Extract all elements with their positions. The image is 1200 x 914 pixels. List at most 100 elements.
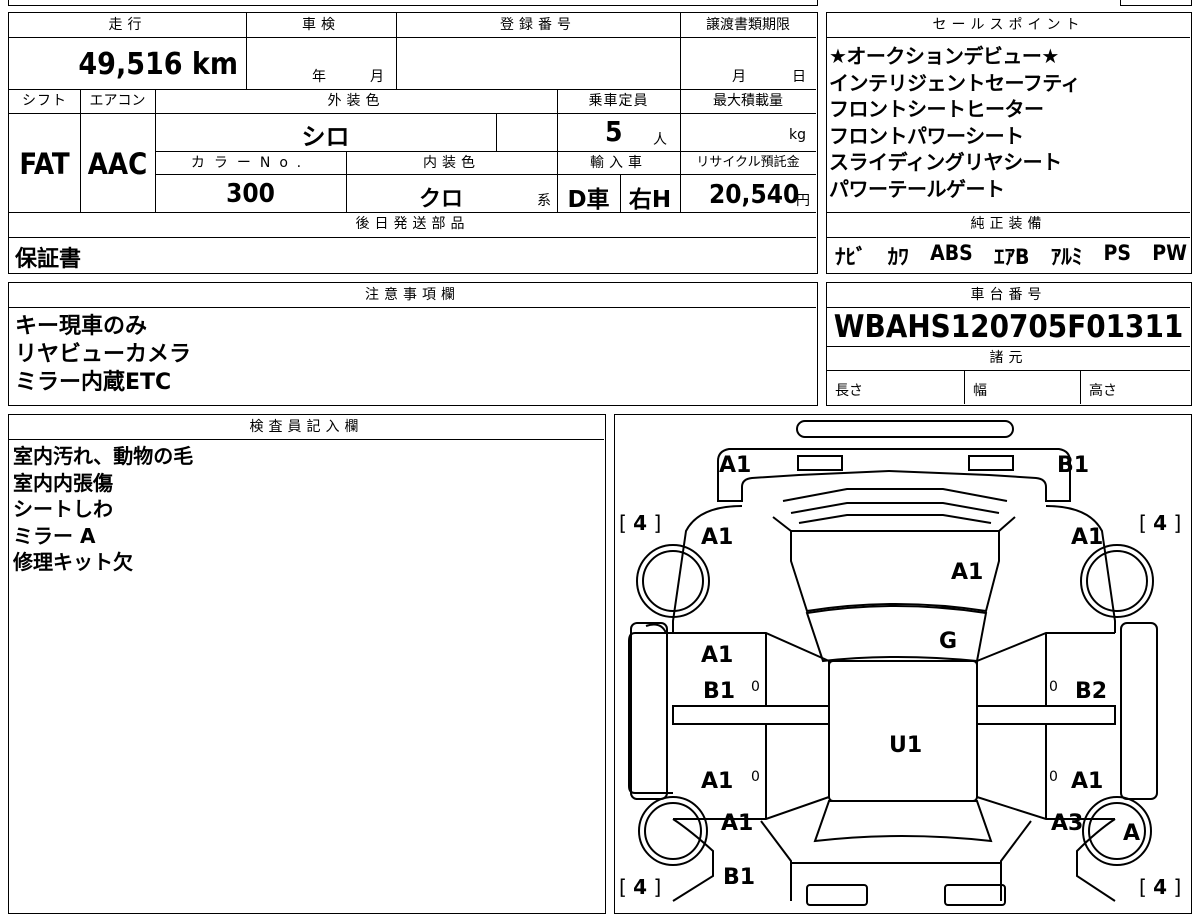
notes-list: キー現車のみ リヤビューカメラ ミラー内蔵ETC [15, 313, 191, 397]
vehicle-info-grid: 走行 車検 登録番号 譲渡書類期限 49,516 km 年 月 月 日 シフト … [8, 12, 818, 274]
transfer-day: 日 [792, 69, 806, 85]
tire-depth-br-value: 4 [1153, 875, 1168, 899]
later-parts-value: 保証書 [15, 247, 82, 272]
transfer-deadline-label: 譲渡書類期限 [706, 17, 790, 33]
sales-point: パワーテールゲート [829, 176, 1005, 201]
equipment-item: PS [1103, 241, 1131, 265]
inspector-line: 室内内張傷 [13, 470, 113, 495]
mark-windshield: G [939, 629, 958, 654]
note-line: リヤビューカメラ [15, 342, 192, 367]
top-strip-right [1120, 0, 1192, 6]
handle-mark: 0 [751, 769, 760, 785]
handle-side: 右H [628, 187, 672, 213]
shaken-year: 年 [312, 69, 326, 85]
tire-depth-tl: [ 4 ] [619, 511, 662, 535]
inspector-line: ミラー A [13, 523, 96, 548]
sales-point: フロントパワーシート [829, 123, 1024, 148]
mileage-label: 走行 [108, 17, 147, 33]
equipment-item: ｱﾙﾐ [1050, 245, 1083, 269]
note-line: ミラー内蔵ETC [15, 370, 172, 395]
capacity-value: 5 [605, 115, 623, 148]
specs-label: 諸元 [989, 350, 1028, 366]
inspector-list: 室内汚れ、動物の毛 室内内張傷 シートしわ ミラー A 修理キット欠 [13, 443, 193, 576]
mark-front-right: B1 [1057, 453, 1090, 478]
tire-depth-tr-value: 4 [1153, 511, 1168, 535]
notes-box: 注意事項欄 キー現車のみ リヤビューカメラ ミラー内蔵ETC [8, 282, 818, 406]
sales-points-box: セールスポイント ★オークションデビュー★ インテリジェントセーフティ フロント… [826, 12, 1192, 274]
tire-depth-bl-value: 4 [633, 875, 648, 899]
equipment-item: ABS [930, 241, 973, 265]
note-line: キー現車のみ [15, 314, 148, 339]
ext-color-label: 外装色 [327, 93, 385, 109]
ext-color-value: シロ [301, 123, 350, 151]
top-strip [8, 0, 818, 6]
mark-front-door-right: B2 [1075, 679, 1108, 704]
handle-mark: 0 [751, 679, 760, 695]
mark-quarter-right: A3 [1051, 811, 1084, 836]
car-diagram-box: A1 B1 A1 A1 A1 G A1 B1 B2 U1 A1 A1 A1 A3… [614, 414, 1192, 914]
inspector-line: 室内汚れ、動物の毛 [13, 444, 194, 468]
inspector-line: 修理キット欠 [13, 550, 133, 574]
sales-point: フロントシートヒーター [829, 97, 1044, 121]
equipment-item: PW [1152, 241, 1187, 265]
ac-label: エアコン [89, 93, 146, 109]
equipment-label: 純正装備 [970, 216, 1047, 232]
registration-label: 登録番号 [500, 17, 576, 33]
sales-point: インテリジェントセーフティ [829, 70, 1081, 95]
inspector-line: シートしわ [13, 497, 113, 521]
height-label: 高さ [1089, 383, 1117, 399]
shaken-month: 月 [370, 69, 384, 85]
int-color-unit: 系 [537, 193, 551, 209]
mark-tire-rear-right: A [1123, 821, 1141, 846]
max-load-label: 最大積載量 [713, 93, 783, 109]
chassis-label: 車台番号 [970, 287, 1047, 303]
mark-front-left: A1 [719, 453, 752, 478]
sales-points-label: セールスポイント [932, 17, 1085, 33]
recycle-unit: 円 [796, 193, 810, 209]
mark-rear-left: B1 [723, 865, 756, 890]
equipment-item: ﾅﾋﾞ [835, 245, 867, 269]
capacity-label: 乗車定員 [588, 93, 649, 109]
later-parts-label: 後日発送部品 [355, 216, 470, 232]
int-color-label: 内装色 [423, 155, 480, 171]
mark-front-door-left-1: A1 [701, 643, 734, 668]
recycle-label: リサイクル預託金 [696, 155, 800, 170]
tire-depth-bl: [ 4 ] [619, 875, 662, 899]
tire-depth-tl-value: 4 [633, 511, 648, 535]
import-label: 輸入車 [590, 155, 647, 171]
chassis-number: WBAHS120705F01311 [833, 309, 1184, 345]
notes-label: 注意事項欄 [365, 287, 460, 303]
mark-fender-right: A1 [1071, 525, 1104, 550]
handle-mark: 0 [1049, 769, 1058, 785]
handle-mark: 0 [1049, 679, 1058, 695]
mark-roof: U1 [889, 733, 923, 758]
mark-quarter-left: A1 [721, 811, 754, 836]
sales-point: スライディングリヤシート [829, 150, 1062, 174]
color-no-value: 300 [226, 179, 275, 209]
mark-hood: A1 [951, 560, 984, 585]
mark-fender-left: A1 [701, 525, 734, 550]
mark-front-door-left-2: B1 [703, 679, 736, 704]
equipment-item: ｴｱB [994, 245, 1030, 269]
load-unit: kg [789, 127, 806, 143]
sales-point: ★オークションデビュー★ [829, 44, 1059, 68]
width-label: 幅 [973, 383, 987, 399]
capacity-unit: 人 [653, 132, 667, 148]
transfer-month: 月 [732, 69, 746, 85]
recycle-fee: 20,540 [709, 180, 800, 210]
shift-label: シフト [22, 93, 67, 109]
import-dealer: D車 [567, 187, 610, 213]
inspector-box: 検査員記入欄 室内汚れ、動物の毛 室内内張傷 シートしわ ミラー A 修理キット… [8, 414, 606, 914]
length-label: 長さ [835, 383, 863, 399]
mark-rear-door-right: A1 [1071, 769, 1104, 794]
mark-rear-door-left: A1 [701, 769, 734, 794]
ac-value: AAC [87, 147, 148, 181]
inspector-label: 検査員記入欄 [249, 419, 364, 435]
color-no-label: カラーNo. [190, 155, 311, 171]
tire-depth-br: [ 4 ] [1139, 875, 1182, 899]
chassis-box: 車台番号 WBAHS120705F01311 諸元 長さ 幅 高さ [826, 282, 1192, 406]
tire-depth-tr: [ 4 ] [1139, 511, 1182, 535]
sales-points-list: ★オークションデビュー★ インテリジェントセーフティ フロントシートヒーター フ… [829, 43, 1081, 202]
shift-value: FAT [19, 147, 70, 181]
int-color-value: クロ [418, 187, 463, 212]
